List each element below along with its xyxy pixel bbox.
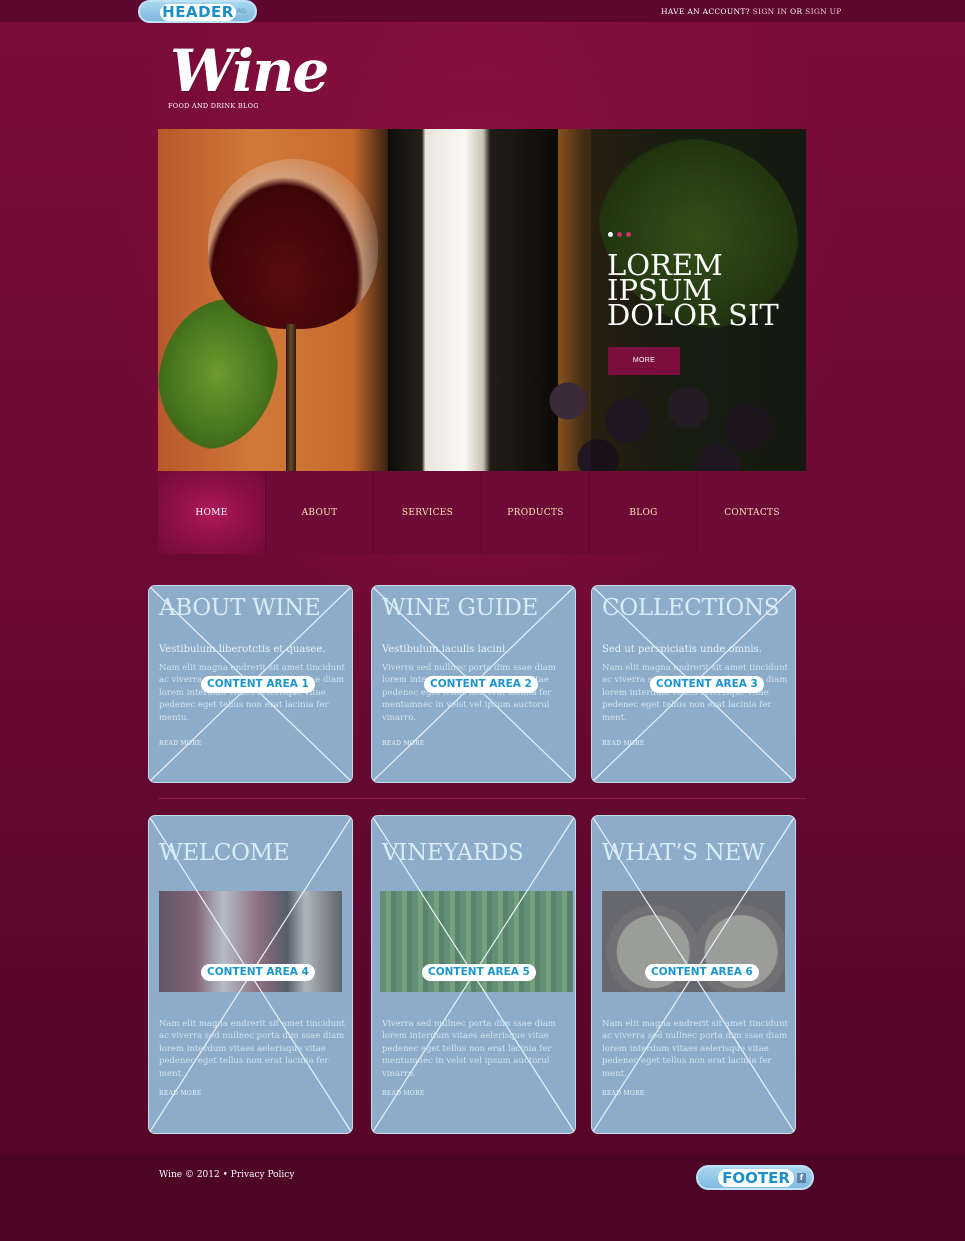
content-area-3: COLLECTIONS Sed ut perspiciatis unde omn… — [591, 585, 796, 783]
box-subtitle: Vestibulum liberotctis et quasee. — [159, 644, 326, 655]
read-more-link[interactable]: READ MORE — [159, 1090, 202, 1097]
nav-item-products[interactable]: PRODUCTS — [482, 471, 590, 554]
box-subtitle: Sed ut perspiciatis unde omnis. — [602, 644, 762, 655]
content-area-label: CONTENT AREA 5 — [422, 964, 536, 981]
box-title: WINE GUIDE — [382, 595, 539, 621]
box-text: Viverra sed nullnec porta dim ssae diam … — [382, 663, 556, 723]
nav-item-about[interactable]: ABOUT — [266, 471, 374, 554]
hero-slider: LOREM IPSUM DOLOR SIT MORE — [158, 129, 806, 471]
slide-image-stem — [286, 324, 296, 471]
content-area-label: CONTENT AREA 3 — [650, 676, 764, 693]
read-more-link[interactable]: READ MORE — [382, 1090, 425, 1097]
slider-dot[interactable] — [626, 232, 631, 237]
read-more-link[interactable]: READ MORE — [602, 740, 645, 747]
slide-title-line: DOLOR SIT — [607, 298, 779, 332]
box-title: VINEYARDS — [382, 840, 524, 866]
footer-label: FOOTER — [718, 1169, 794, 1187]
slide-image-glass — [208, 159, 378, 329]
content-area-4: WELCOME Nam elit magna endrerit sit amet… — [148, 815, 353, 1134]
account-prompt: HAVE AN ACCOUNT? — [661, 7, 750, 16]
header-suffix: RG — [237, 8, 246, 15]
read-more-link[interactable]: READ MORE — [382, 740, 425, 747]
main-nav: HOME ABOUT SERVICES PRODUCTS BLOG CONTAC… — [158, 471, 806, 554]
privacy-policy-link[interactable]: Privacy Policy — [231, 1170, 295, 1180]
nav-item-blog[interactable]: BLOG — [590, 471, 698, 554]
sign-up-link[interactable]: SIGN UP — [805, 7, 842, 16]
box-title: COLLECTIONS — [602, 595, 780, 621]
read-more-link[interactable]: READ MORE — [602, 1090, 645, 1097]
slide-title: LOREM IPSUM DOLOR SIT — [607, 251, 797, 332]
section-divider — [158, 798, 806, 799]
box-subtitle: Vestibulum iaculis lacini. — [382, 644, 509, 655]
box-text: Nam elit magna endrerit sit amet tincidu… — [602, 663, 788, 723]
facebook-icon[interactable]: f — [797, 1173, 806, 1183]
content-area-label: CONTENT AREA 6 — [645, 964, 759, 981]
box-text: Viverra sed nullnec porta dim ssae diam … — [382, 1019, 556, 1079]
account-or: OR — [790, 7, 803, 16]
content-area-2: WINE GUIDE Vestibulum iaculis lacini. Vi… — [371, 585, 576, 783]
header-label: HEADER — [160, 4, 236, 21]
nav-item-contacts[interactable]: CONTACTS — [698, 471, 806, 554]
content-area-label: CONTENT AREA 1 — [201, 676, 315, 693]
account-links: HAVE AN ACCOUNT? SIGN IN OR SIGN UP — [661, 7, 842, 16]
slider-dot[interactable] — [617, 232, 622, 237]
box-title: ABOUT WINE — [159, 595, 321, 621]
site-logo[interactable]: Wine — [170, 40, 329, 102]
footer-placeholder-tag: FOOTER f — [696, 1165, 814, 1190]
box-text: Nam elit magna endrerit sit amet tincidu… — [159, 1019, 345, 1079]
footer — [0, 1154, 965, 1241]
content-area-5: VINEYARDS Viverra sed nullnec porta dim … — [371, 815, 576, 1134]
header-placeholder-tag: HEADER RG — [138, 0, 257, 23]
read-more-link[interactable]: READ MORE — [159, 740, 202, 747]
footer-copyright: Wine © 2012 • Privacy Policy — [159, 1170, 294, 1180]
box-text: Nam elit magna endrerit sit amet tincidu… — [159, 663, 345, 723]
box-title: WELCOME — [159, 840, 290, 866]
content-area-1: ABOUT WINE Vestibulum liberotctis et qua… — [148, 585, 353, 783]
copyright-text: Wine © 2012 • — [159, 1170, 228, 1180]
sign-in-link[interactable]: SIGN IN — [753, 7, 788, 16]
content-area-6: WHAT’S NEW Nam elit magna endrerit sit a… — [591, 815, 796, 1134]
site-tagline: FOOD AND DRINK BLOG — [168, 102, 259, 110]
box-text: Nam elit magna endrerit sit amet tincidu… — [602, 1019, 788, 1079]
nav-item-services[interactable]: SERVICES — [374, 471, 482, 554]
content-area-label: CONTENT AREA 4 — [201, 964, 315, 981]
slider-pagination — [608, 232, 631, 237]
slider-dot[interactable] — [608, 232, 613, 237]
box-title: WHAT’S NEW — [602, 840, 765, 866]
content-area-label: CONTENT AREA 2 — [424, 676, 538, 693]
slide-more-button[interactable]: MORE — [608, 347, 680, 375]
nav-item-home[interactable]: HOME — [158, 471, 266, 554]
